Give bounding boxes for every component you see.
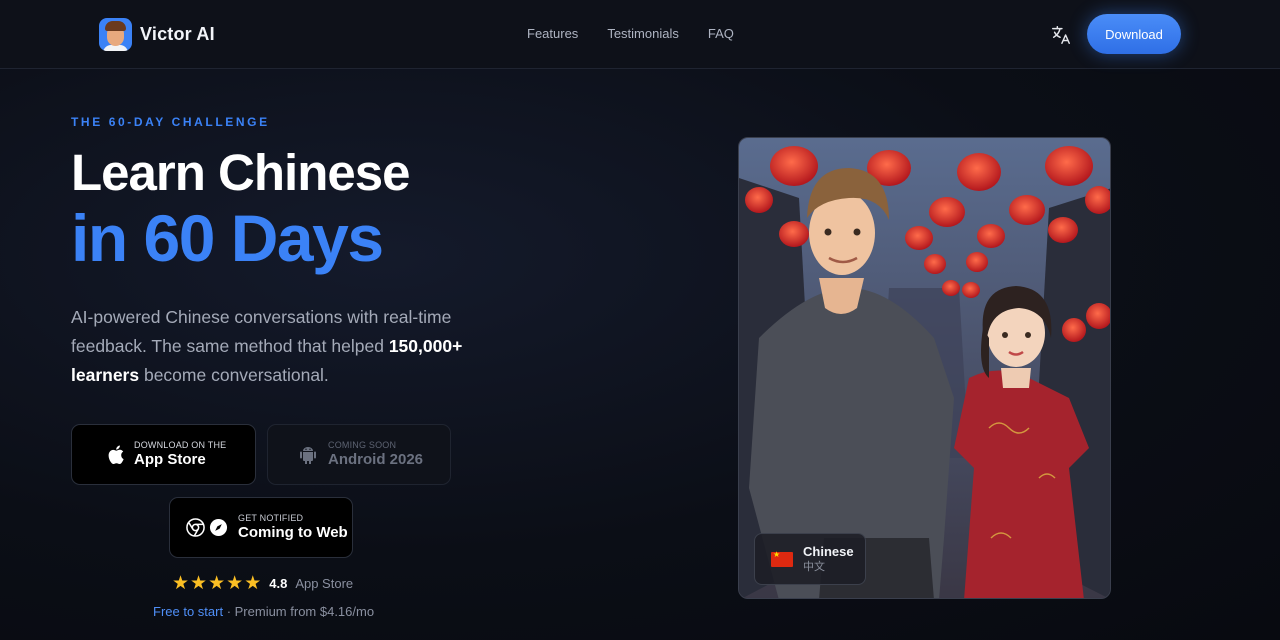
rating-source: App Store [295, 576, 354, 591]
web-label: Coming to Web [238, 524, 348, 541]
star-icon: ★ [226, 573, 244, 594]
star-icon: ★ [172, 573, 190, 594]
android-small-label: Coming soon [328, 440, 397, 450]
brand-link[interactable]: Victor AI [99, 18, 215, 51]
premium-price: · Premium from $4.16/mo [223, 604, 375, 619]
rating: ★ ★ ★ ★ ★ 4.8 App Store [172, 574, 353, 593]
nav-link-faq[interactable]: FAQ [708, 26, 734, 41]
nav-links: Features Testimonials FAQ [527, 26, 734, 41]
rating-value: 4.8 [269, 576, 288, 591]
nav-link-features[interactable]: Features [527, 26, 578, 41]
nav-link-testimonials[interactable]: Testimonials [607, 26, 679, 41]
app-store-label: App Store [134, 451, 206, 468]
free-to-start-link[interactable]: Free to start [153, 604, 223, 619]
web-button[interactable]: Get notified Coming to Web [169, 497, 353, 558]
china-flag-icon [771, 550, 793, 567]
download-button[interactable]: Download [1087, 14, 1181, 54]
safari-icon [209, 518, 228, 537]
star-icon: ★ [208, 573, 226, 594]
chrome-icon [186, 518, 205, 537]
hero-title-line1: Learn Chinese [71, 144, 410, 201]
star-icon: ★ [244, 573, 262, 594]
web-small-label: Get notified [238, 513, 304, 523]
hero-description: AI-powered Chinese conversations with re… [71, 307, 463, 385]
language-native-name: 中文 [803, 561, 825, 573]
star-icon: ★ [190, 573, 208, 594]
app-store-small-label: Download on the [134, 440, 227, 450]
pricing-note: Free to start · Premium from $4.16/mo [153, 604, 374, 619]
hero-eyebrow: THE 60-DAY CHALLENGE [71, 115, 270, 129]
apple-icon [108, 445, 124, 464]
hero-illustration [739, 138, 1110, 598]
hero-title-line2: in 60 Days [71, 201, 384, 275]
app-store-button[interactable]: Download on the App Store [71, 424, 256, 485]
android-button[interactable]: Coming soon Android 2026 [267, 424, 451, 485]
language-badge: Chinese 中文 [754, 533, 866, 585]
avatar-logo [99, 18, 132, 51]
hero-image: Chinese 中文 [738, 137, 1111, 599]
top-nav: Victor AI Features Testimonials FAQ Down… [0, 0, 1280, 69]
translate-icon[interactable] [1050, 24, 1072, 46]
brand-name: Victor AI [140, 24, 215, 44]
language-name: Chinese [803, 544, 854, 559]
android-icon [300, 446, 316, 464]
android-label: Android 2026 [328, 451, 424, 468]
star-rating: ★ ★ ★ ★ ★ [172, 574, 261, 593]
